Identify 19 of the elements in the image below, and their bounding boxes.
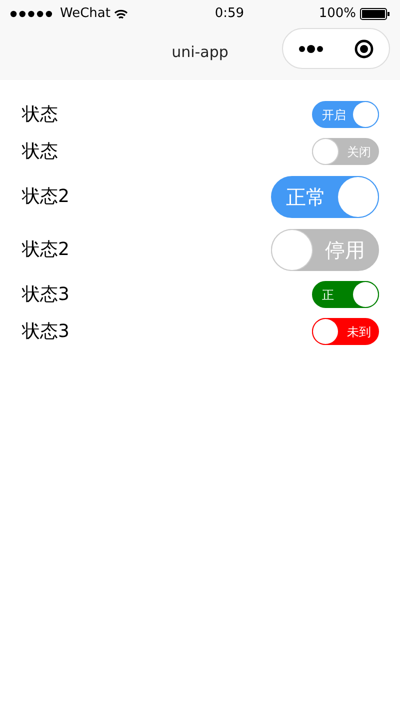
toggle-switch[interactable]: 正常 xyxy=(271,176,379,218)
toggle-switch[interactable]: 正 xyxy=(312,281,379,308)
toggle-switch[interactable]: 停用 xyxy=(271,228,379,270)
wifi-icon xyxy=(114,8,128,20)
battery-icon xyxy=(360,8,390,20)
row-label: 状态 xyxy=(22,140,58,164)
more-icon[interactable] xyxy=(298,44,324,52)
carrier-name: WeChat xyxy=(60,5,110,24)
toggle-switch[interactable]: 未到 xyxy=(312,318,379,345)
battery-percent: 100% xyxy=(318,5,356,24)
toggle-switch[interactable]: 关闭 xyxy=(312,138,379,165)
clock-time: 0:59 xyxy=(214,5,244,24)
page-title: uni-app xyxy=(172,42,228,64)
row-label: 状态2 xyxy=(22,185,70,209)
row-label: 状态2 xyxy=(22,238,70,262)
row-label: 状态3 xyxy=(22,320,70,344)
toggle-switch[interactable]: 开启 xyxy=(312,101,379,128)
row-label: 状态 xyxy=(22,103,58,127)
row-label: 状态3 xyxy=(22,283,70,307)
